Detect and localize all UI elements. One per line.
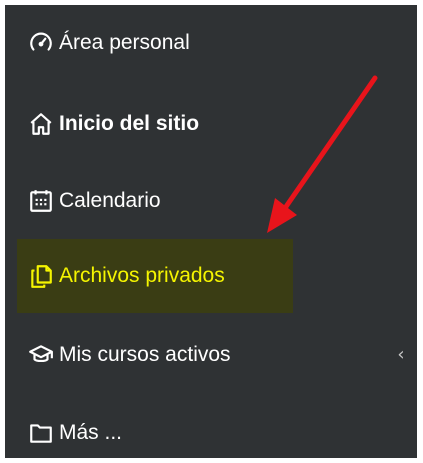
folder-icon [27,419,55,447]
home-icon [27,110,55,138]
nav-item-mis-cursos-activos[interactable]: Mis cursos activos [27,327,231,383]
navigation-drawer: Área personal Inicio del sitio Calendari… [5,5,417,458]
chevron-left-icon[interactable]: ‹ [391,342,411,366]
nav-item-label: Área personal [59,31,190,54]
calendar-icon [27,187,55,215]
nav-item-label: Más ... [59,421,123,444]
nav-item-archivos-privados[interactable]: Archivos privados [17,239,293,313]
nav-item-inicio-del-sitio[interactable]: Inicio del sitio [27,96,199,152]
nav-item-mas[interactable]: Más ... [27,405,122,458]
graduation-cap-icon [27,341,55,369]
annotation-arrow [267,75,378,233]
dashboard-icon [27,29,55,57]
nav-item-calendario[interactable]: Calendario [27,173,161,229]
nav-item-label: Archivos privados [59,264,225,287]
nav-item-area-personal[interactable]: Área personal [27,15,190,71]
files-icon [27,262,55,290]
nav-item-label: Inicio del sitio [59,112,200,135]
nav-item-label: Calendario [59,189,161,212]
nav-item-label: Mis cursos activos [59,343,231,366]
